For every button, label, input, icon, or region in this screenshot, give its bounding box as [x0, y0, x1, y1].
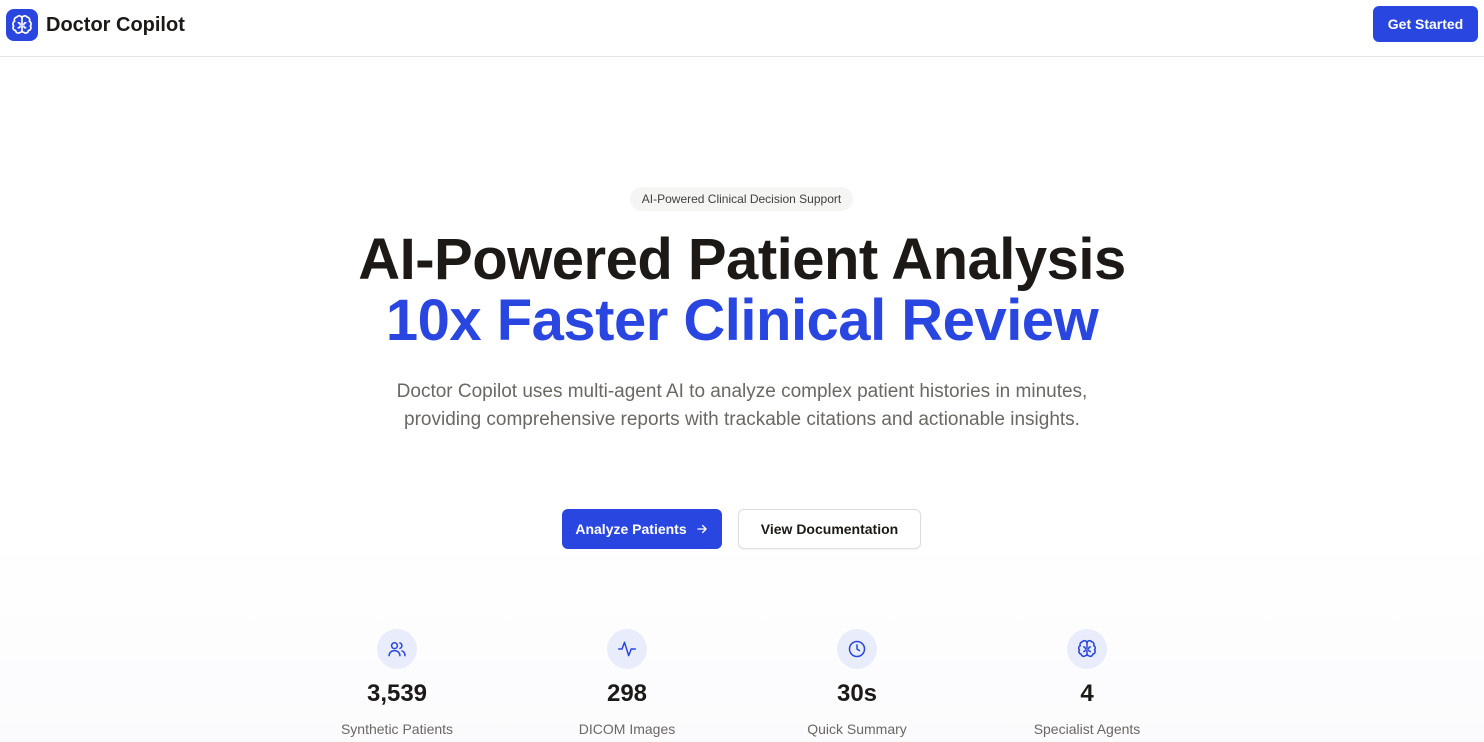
hero-title-line2: 10x Faster Clinical Review: [385, 288, 1099, 353]
hero-description: Doctor Copilot uses multi-agent AI to an…: [396, 381, 1088, 430]
view-documentation-button[interactable]: View Documentation: [738, 509, 921, 549]
brain-icon: [12, 15, 32, 34]
get-started-button[interactable]: Get Started: [1373, 6, 1478, 42]
stat-icon-circle: [1067, 629, 1107, 669]
arrow-right-icon: [696, 524, 707, 534]
stat-value: 30s: [836, 680, 878, 707]
stat-label: Synthetic Patients: [340, 721, 454, 737]
users-icon: [388, 642, 406, 657]
stat-value: 3,539: [366, 680, 428, 707]
stat-icon-circle: [377, 629, 417, 669]
stat-value: 4: [1080, 680, 1094, 707]
brain-icon: [1078, 639, 1096, 658]
stat-value: 298: [606, 680, 648, 707]
analyze-patients-label: Analyze Patients: [575, 521, 687, 537]
stat-quick-summary: 30s Quick Summary: [747, 629, 967, 737]
hero-title-line1: AI-Powered Patient Analysis: [358, 227, 1126, 292]
analyze-patients-button[interactable]: Analyze Patients: [562, 509, 722, 549]
stat-synthetic-patients: 3,539 Synthetic Patients: [287, 629, 507, 737]
hero-badge: AI-Powered Clinical Decision Support: [630, 187, 853, 211]
stat-icon-circle: [837, 629, 877, 669]
stat-specialist-agents: 4 Specialist Agents: [977, 629, 1197, 737]
stat-label: Specialist Agents: [1033, 721, 1141, 737]
activity-icon: [617, 641, 637, 657]
stat-dicom-images: 298 DICOM Images: [517, 629, 737, 737]
stat-icon-circle: [607, 629, 647, 669]
clock-icon: [848, 640, 866, 658]
brand-name[interactable]: Doctor Copilot: [46, 13, 185, 37]
stat-label: Quick Summary: [807, 721, 907, 737]
brand-logo[interactable]: [6, 9, 38, 41]
stat-label: DICOM Images: [578, 721, 676, 737]
top-navbar: Doctor Copilot Get Started: [0, 0, 1484, 57]
